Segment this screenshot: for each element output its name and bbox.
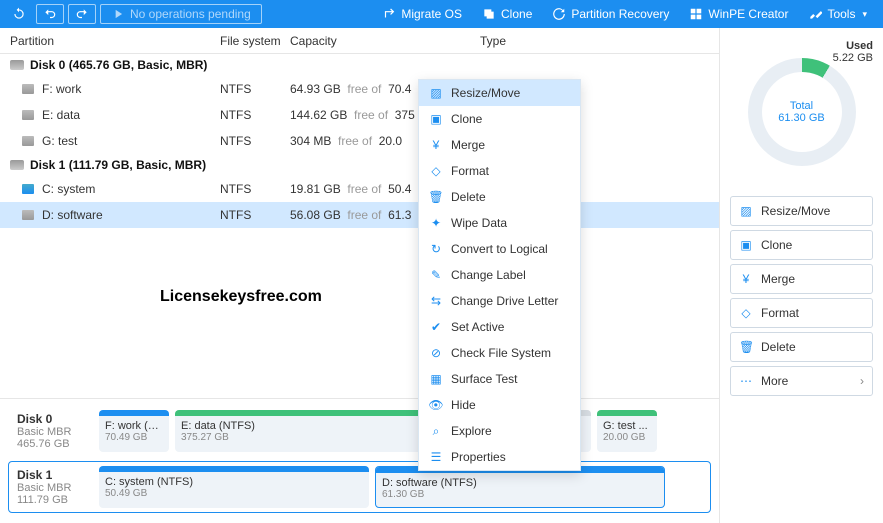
winpe-creator-button[interactable]: WinPE Creator [679, 0, 798, 28]
ctx-icon: ⊘ [429, 346, 443, 360]
ctx-icon: ▦ [429, 372, 443, 386]
chevron-right-icon: › [860, 374, 864, 388]
usage-donut: Used5.22 GB Total61.30 GB [730, 40, 873, 166]
side-resize-move[interactable]: ▨Resize/Move [730, 196, 873, 226]
ctx-icon: ¥ [429, 138, 443, 152]
side-format[interactable]: ◇Format [730, 298, 873, 328]
disk-icon [10, 60, 24, 70]
ctx-convert-to-logical[interactable]: ↻Convert to Logical [419, 236, 580, 262]
ctx-surface-test[interactable]: ▦Surface Test [419, 366, 580, 392]
map-block[interactable]: G: test ...20.00 GB [597, 410, 657, 452]
partition-icon [22, 110, 34, 120]
partition-row[interactable]: G: testNTFS304 MB free of 20.0 [0, 128, 719, 154]
ctx-icon: ▣ [429, 112, 443, 126]
ctx-icon: ☰ [429, 450, 443, 464]
side-icon: ¥ [739, 272, 753, 286]
side-icon: ◇ [739, 306, 753, 320]
pending-label: No operations pending [130, 7, 251, 21]
disk-map-label: Disk 0Basic MBR465.76 GB [13, 410, 93, 452]
partition-icon [22, 184, 34, 194]
partition-icon [22, 84, 34, 94]
side-icon: 🗑 [739, 340, 753, 354]
pending-ops[interactable]: No operations pending [100, 4, 262, 24]
partition-recovery-button[interactable]: Partition Recovery [542, 0, 679, 28]
migrate-os-button[interactable]: Migrate OS [372, 0, 472, 28]
ctx-format[interactable]: ◇Format [419, 158, 580, 184]
partition-row[interactable]: E: dataNTFS144.62 GB free of 375 [0, 102, 719, 128]
donut-chart: Total61.30 GB [748, 58, 856, 166]
side-icon: ▣ [739, 238, 753, 252]
table-header: Partition File system Capacity Type [0, 28, 719, 54]
clone-button[interactable]: Clone [472, 0, 542, 28]
map-block[interactable]: D: software (NTFS)61.30 GB [375, 466, 665, 508]
disk-map-row[interactable]: Disk 1Basic MBR111.79 GBC: system (NTFS)… [8, 461, 711, 513]
ctx-wipe-data[interactable]: ✦Wipe Data [419, 210, 580, 236]
col-partition[interactable]: Partition [10, 34, 220, 48]
ctx-change-label[interactable]: ✎Change Label [419, 262, 580, 288]
disk-maps: Disk 0Basic MBR465.76 GBF: work (N...70.… [0, 398, 719, 523]
disk-icon [10, 160, 24, 170]
side-icon: ⋯ [739, 374, 753, 388]
partition-icon [22, 136, 34, 146]
refresh-button[interactable] [6, 0, 32, 28]
disk-row[interactable]: Disk 1 (111.79 GB, Basic, MBR) [0, 154, 719, 176]
side-icon: ▨ [739, 204, 753, 218]
ctx-icon: ◇ [429, 164, 443, 178]
ctx-icon: 👁 [429, 398, 443, 412]
col-capacity[interactable]: Capacity [290, 34, 480, 48]
side-merge[interactable]: ¥Merge [730, 264, 873, 294]
disk-row[interactable]: Disk 0 (465.76 GB, Basic, MBR) [0, 54, 719, 76]
ctx-icon: ⌕ [429, 424, 443, 438]
ctx-hide[interactable]: 👁Hide [419, 392, 580, 418]
ctx-check-file-system[interactable]: ⊘Check File System [419, 340, 580, 366]
partition-rows: Disk 0 (465.76 GB, Basic, MBR)F: workNTF… [0, 54, 719, 398]
undo-button[interactable] [36, 4, 64, 24]
top-toolbar: No operations pending Migrate OS Clone P… [0, 0, 883, 28]
ctx-properties[interactable]: ☰Properties [419, 444, 580, 470]
side-actions: ▨Resize/Move ▣Clone ¥Merge ◇Format 🗑Delete ⋯M… [730, 196, 873, 396]
side-more[interactable]: ⋯More› [730, 366, 873, 396]
ctx-icon: ✦ [429, 216, 443, 230]
ctx-icon: ▨ [429, 86, 443, 100]
ctx-icon: ✎ [429, 268, 443, 282]
ctx-explore[interactable]: ⌕Explore [419, 418, 580, 444]
partition-row[interactable]: F: workNTFS64.93 GB free of 70.4 [0, 76, 719, 102]
ctx-set-active[interactable]: ✔Set Active [419, 314, 580, 340]
map-block[interactable]: C: system (NTFS)50.49 GB [99, 466, 369, 508]
disk-map-row[interactable]: Disk 0Basic MBR465.76 GBF: work (N...70.… [8, 405, 711, 457]
redo-button[interactable] [68, 4, 96, 24]
ctx-icon: ✔ [429, 320, 443, 334]
partition-row[interactable]: C: systemNTFS19.81 GB free of 50.4Active… [0, 176, 719, 202]
partition-row[interactable]: D: softwareNTFS56.08 GB free of 61.3 [0, 202, 719, 228]
side-clone[interactable]: ▣Clone [730, 230, 873, 260]
col-filesystem[interactable]: File system [220, 34, 290, 48]
disk-map-label: Disk 1Basic MBR111.79 GB [13, 466, 93, 508]
map-block[interactable]: F: work (N...70.49 GB [99, 410, 169, 452]
ctx-icon: ⇆ [429, 294, 443, 308]
ctx-icon: ↻ [429, 242, 443, 256]
tools-button[interactable]: Tools▾ [798, 0, 877, 28]
context-menu: ▨Resize/Move▣Clone¥Merge◇Format🗑Delete✦W… [418, 79, 581, 471]
col-type[interactable]: Type [480, 34, 709, 48]
ctx-icon: 🗑 [429, 190, 443, 204]
ctx-resize-move[interactable]: ▨Resize/Move [419, 80, 580, 106]
side-delete[interactable]: 🗑Delete [730, 332, 873, 362]
ctx-clone[interactable]: ▣Clone [419, 106, 580, 132]
ctx-change-drive-letter[interactable]: ⇆Change Drive Letter [419, 288, 580, 314]
partition-icon [22, 210, 34, 220]
ctx-delete[interactable]: 🗑Delete [419, 184, 580, 210]
ctx-merge[interactable]: ¥Merge [419, 132, 580, 158]
